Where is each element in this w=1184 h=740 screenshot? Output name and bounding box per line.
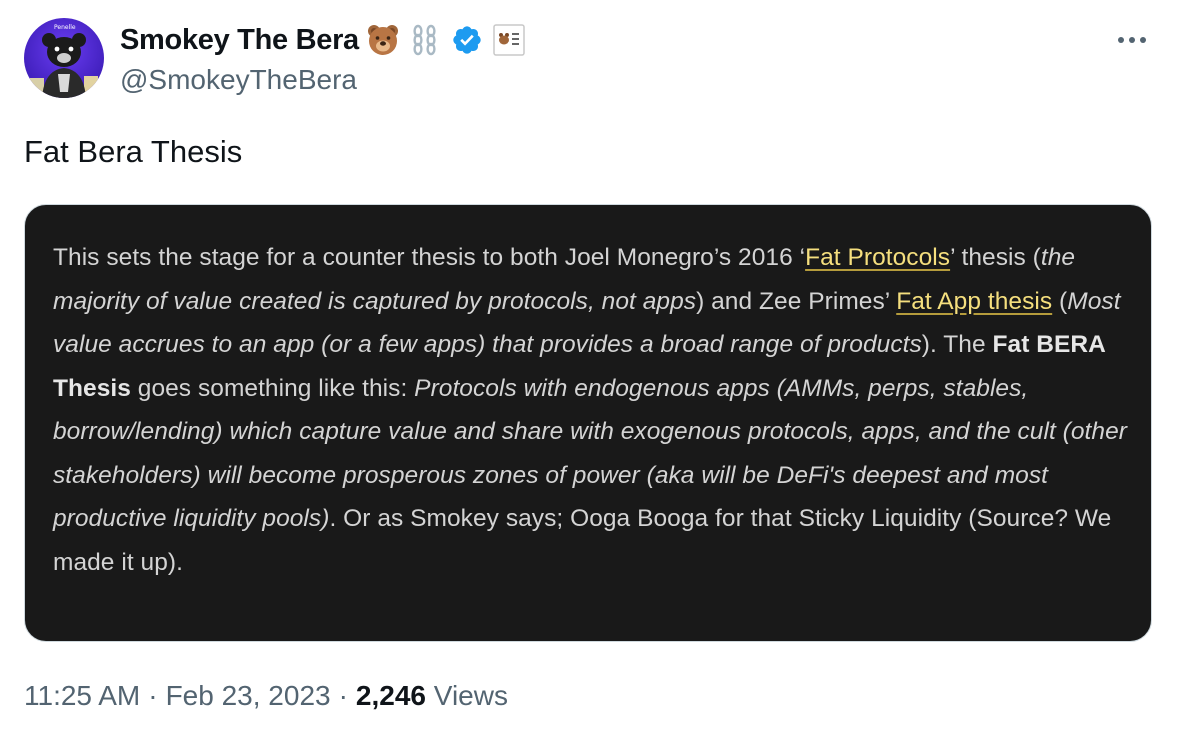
more-icon: [1118, 37, 1146, 43]
fat-app-thesis-link: Fat App thesis: [896, 287, 1053, 315]
bear-face-icon: [365, 22, 401, 58]
media-text-segment: ’ thesis (: [950, 244, 1041, 271]
tweet-time[interactable]: 11:25 AM: [24, 680, 140, 712]
verified-badge-icon[interactable]: [449, 22, 485, 58]
tweet-meta: 11:25 AM · Feb 23, 2023 · 2,246 Views: [24, 680, 508, 712]
fat-protocols-link: Fat Protocols: [805, 244, 951, 271]
author-handle[interactable]: @SmokeyTheBera: [120, 64, 357, 96]
meta-separator: ·: [338, 680, 348, 711]
tweet-date[interactable]: Feb 23, 2023: [166, 680, 331, 712]
more-options-button[interactable]: [1112, 24, 1152, 56]
media-text-segment: (: [1052, 287, 1068, 315]
bear-avatar-icon: Penelle: [24, 18, 104, 98]
views-label: Views: [433, 680, 508, 711]
media-text-segment: This sets the stage for a counter thesis…: [53, 244, 806, 271]
meta-separator: ·: [148, 680, 158, 711]
media-text-segment: goes something like this:: [130, 374, 415, 402]
media-text-block: This sets the stage for a counter thesis…: [53, 236, 1133, 584]
views-count: 2,246: [355, 680, 426, 711]
bear-codes-icon: [491, 22, 527, 58]
svg-text:Penelle: Penelle: [54, 24, 76, 31]
author-display-name[interactable]: Smokey The Bera: [120, 24, 359, 57]
media-text-segment: ) and Zee Primes’: [696, 287, 897, 315]
media-text-segment: ). The: [921, 331, 993, 358]
tweet: Penelle Smokey The Bera @SmokeyTheBera F…: [0, 0, 1184, 740]
tweet-text: Fat Bera Thesis: [24, 134, 243, 169]
views-group[interactable]: 2,246 Views: [356, 680, 508, 712]
avatar[interactable]: Penelle: [24, 18, 104, 98]
author-name-row: Smokey The Bera: [120, 22, 527, 58]
tweet-media-image[interactable]: This sets the stage for a counter thesis…: [24, 204, 1152, 642]
chains-icon: [407, 22, 443, 58]
